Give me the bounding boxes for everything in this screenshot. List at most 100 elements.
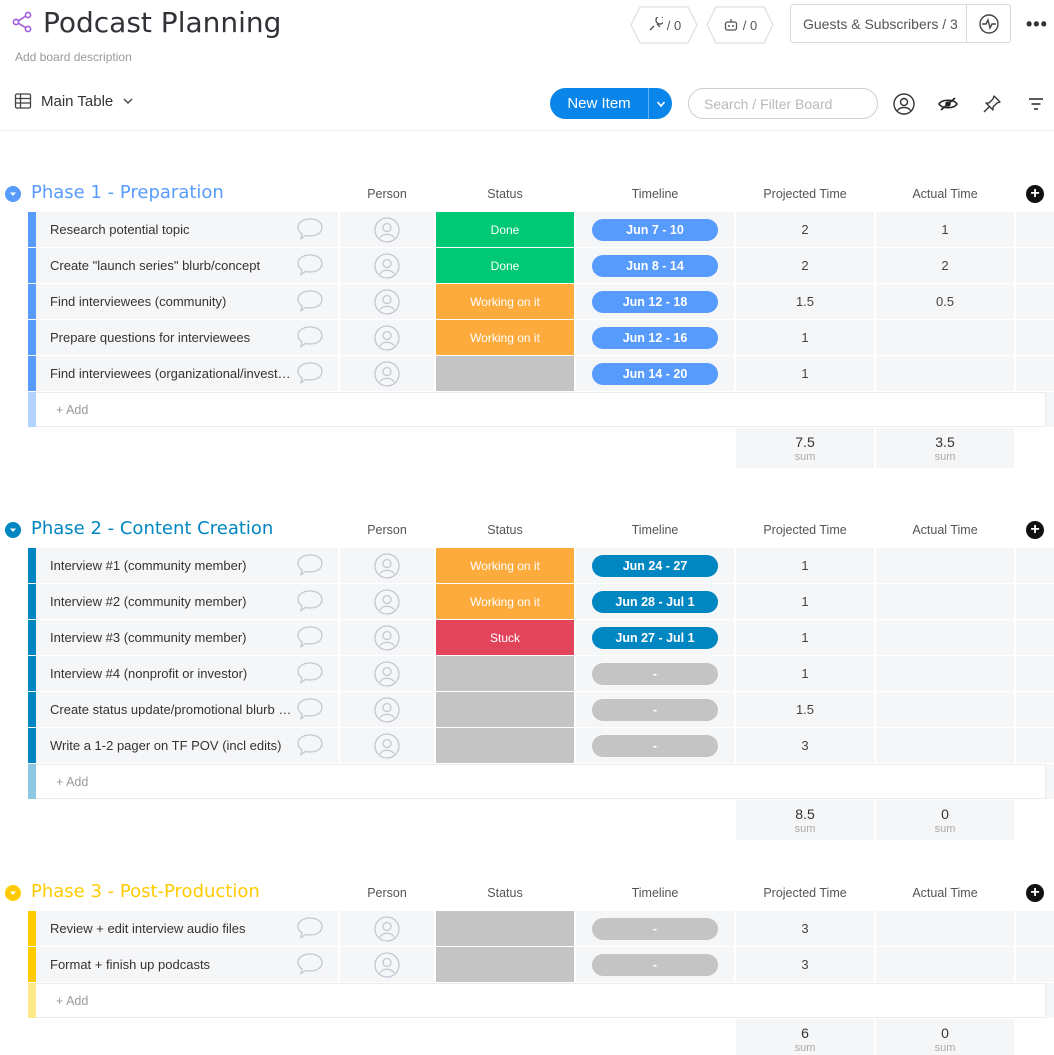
- add-item-row[interactable]: + Add: [0, 983, 1054, 1019]
- column-header-person[interactable]: Person: [340, 523, 434, 537]
- timeline-cell[interactable]: -: [576, 911, 734, 946]
- timeline-pill[interactable]: -: [592, 734, 718, 757]
- status-cell[interactable]: [436, 692, 574, 727]
- status-cell[interactable]: Done: [436, 212, 574, 247]
- add-column-icon[interactable]: +: [1026, 185, 1044, 203]
- new-item-dropdown[interactable]: [648, 88, 672, 119]
- actual-time-cell[interactable]: [876, 356, 1014, 391]
- column-header-status[interactable]: Status: [436, 523, 574, 537]
- status-cell[interactable]: [436, 356, 574, 391]
- item-name[interactable]: Interview #2 (community member): [50, 594, 247, 609]
- pin-button[interactable]: [980, 92, 1004, 116]
- person-cell[interactable]: [340, 212, 434, 247]
- column-header-projected[interactable]: Projected Time: [736, 523, 874, 537]
- timeline-cell[interactable]: Jun 8 - 14: [576, 248, 734, 283]
- status-cell[interactable]: Working on it: [436, 320, 574, 355]
- more-options-icon[interactable]: •••: [1026, 14, 1048, 35]
- item-name[interactable]: Create status update/promotional blurb f…: [50, 702, 294, 717]
- table-row[interactable]: Write a 1-2 pager on TF POV (incl edits)…: [0, 728, 1054, 764]
- sort-button[interactable]: [1024, 92, 1048, 116]
- table-row[interactable]: Interview #2 (community member) Working o…: [0, 584, 1054, 620]
- column-header-actual[interactable]: Actual Time: [876, 886, 1014, 900]
- column-header-person[interactable]: Person: [340, 187, 434, 201]
- projected-time-cell[interactable]: 2: [736, 248, 874, 283]
- new-item-button[interactable]: New Item: [550, 88, 672, 119]
- item-name[interactable]: Prepare questions for interviewees: [50, 330, 250, 345]
- projected-time-cell[interactable]: 2: [736, 212, 874, 247]
- timeline-pill[interactable]: Jun 7 - 10: [592, 218, 718, 241]
- timeline-cell[interactable]: Jun 27 - Jul 1: [576, 620, 734, 655]
- comment-bubble-icon[interactable]: [296, 252, 324, 278]
- add-item-input[interactable]: [36, 764, 1046, 799]
- person-cell[interactable]: [340, 656, 434, 691]
- item-name-cell[interactable]: Interview #4 (nonprofit or investor): [36, 656, 338, 691]
- item-name-cell[interactable]: Interview #1 (community member): [36, 548, 338, 583]
- group-title[interactable]: Phase 2 - Content Creation: [31, 518, 273, 539]
- comment-bubble-icon[interactable]: [296, 696, 324, 722]
- status-cell[interactable]: [436, 911, 574, 946]
- table-row[interactable]: Interview #1 (community member) Working o…: [0, 548, 1054, 584]
- column-header-actual[interactable]: Actual Time: [876, 523, 1014, 537]
- table-row[interactable]: Interview #4 (nonprofit or investor) -1: [0, 656, 1054, 692]
- item-name-cell[interactable]: Format + finish up podcasts: [36, 947, 338, 982]
- item-name-cell[interactable]: Prepare questions for interviewees: [36, 320, 338, 355]
- timeline-pill[interactable]: Jun 27 - Jul 1: [592, 626, 718, 649]
- item-name-cell[interactable]: Review + edit interview audio files: [36, 911, 338, 946]
- timeline-pill[interactable]: -: [592, 953, 718, 976]
- table-row[interactable]: Format + finish up podcasts -3: [0, 947, 1054, 983]
- person-cell[interactable]: [340, 320, 434, 355]
- actual-time-cell[interactable]: [876, 548, 1014, 583]
- actual-time-cell[interactable]: 2: [876, 248, 1014, 283]
- timeline-pill[interactable]: -: [592, 698, 718, 721]
- column-header-projected[interactable]: Projected Time: [736, 886, 874, 900]
- item-name[interactable]: Interview #4 (nonprofit or investor): [50, 666, 247, 681]
- timeline-cell[interactable]: -: [576, 728, 734, 763]
- timeline-cell[interactable]: Jun 12 - 16: [576, 320, 734, 355]
- projected-time-cell[interactable]: 3: [736, 947, 874, 982]
- actual-time-cell[interactable]: 1: [876, 212, 1014, 247]
- timeline-cell[interactable]: Jun 14 - 20: [576, 356, 734, 391]
- add-column-icon[interactable]: +: [1026, 884, 1044, 902]
- timeline-pill[interactable]: Jun 8 - 14: [592, 254, 718, 277]
- comment-bubble-icon[interactable]: [296, 288, 324, 314]
- integrations-button[interactable]: / 0: [630, 6, 698, 44]
- person-filter-button[interactable]: [892, 92, 916, 116]
- comment-bubble-icon[interactable]: [296, 552, 324, 578]
- timeline-pill[interactable]: Jun 28 - Jul 1: [592, 590, 718, 613]
- column-header-status[interactable]: Status: [436, 886, 574, 900]
- timeline-cell[interactable]: -: [576, 947, 734, 982]
- person-cell[interactable]: [340, 584, 434, 619]
- add-item-input[interactable]: [36, 392, 1046, 427]
- status-cell[interactable]: [436, 947, 574, 982]
- actual-time-cell[interactable]: 0.5: [876, 284, 1014, 319]
- status-cell[interactable]: [436, 728, 574, 763]
- projected-time-cell[interactable]: 1: [736, 548, 874, 583]
- add-item-row[interactable]: + Add: [0, 764, 1054, 800]
- projected-time-cell[interactable]: 3: [736, 911, 874, 946]
- actual-time-cell[interactable]: [876, 728, 1014, 763]
- board-description[interactable]: Add board description: [15, 50, 132, 64]
- activity-button[interactable]: [967, 13, 1010, 35]
- collapse-toggle[interactable]: [5, 885, 21, 901]
- collapse-toggle[interactable]: [5, 186, 21, 202]
- item-name[interactable]: Write a 1-2 pager on TF POV (incl edits): [50, 738, 281, 753]
- timeline-pill[interactable]: Jun 12 - 18: [592, 290, 718, 313]
- column-header-person[interactable]: Person: [340, 886, 434, 900]
- table-row[interactable]: Find interviewees (community) Working on …: [0, 284, 1054, 320]
- comment-bubble-icon[interactable]: [296, 360, 324, 386]
- item-name-cell[interactable]: Interview #3 (community member): [36, 620, 338, 655]
- timeline-cell[interactable]: -: [576, 692, 734, 727]
- comment-bubble-icon[interactable]: [296, 216, 324, 242]
- person-cell[interactable]: [340, 356, 434, 391]
- status-cell[interactable]: Done: [436, 248, 574, 283]
- item-name-cell[interactable]: Find interviewees (organizational/invest…: [36, 356, 338, 391]
- item-name-cell[interactable]: Write a 1-2 pager on TF POV (incl edits): [36, 728, 338, 763]
- timeline-pill[interactable]: -: [592, 662, 718, 685]
- timeline-pill[interactable]: Jun 24 - 27: [592, 554, 718, 577]
- item-name-cell[interactable]: Research potential topic: [36, 212, 338, 247]
- group-title[interactable]: Phase 3 - Post-Production: [31, 881, 260, 902]
- search-input[interactable]: [688, 88, 878, 119]
- column-header-timeline[interactable]: Timeline: [576, 886, 734, 900]
- projected-time-cell[interactable]: 1: [736, 656, 874, 691]
- automations-button[interactable]: / 0: [706, 6, 774, 44]
